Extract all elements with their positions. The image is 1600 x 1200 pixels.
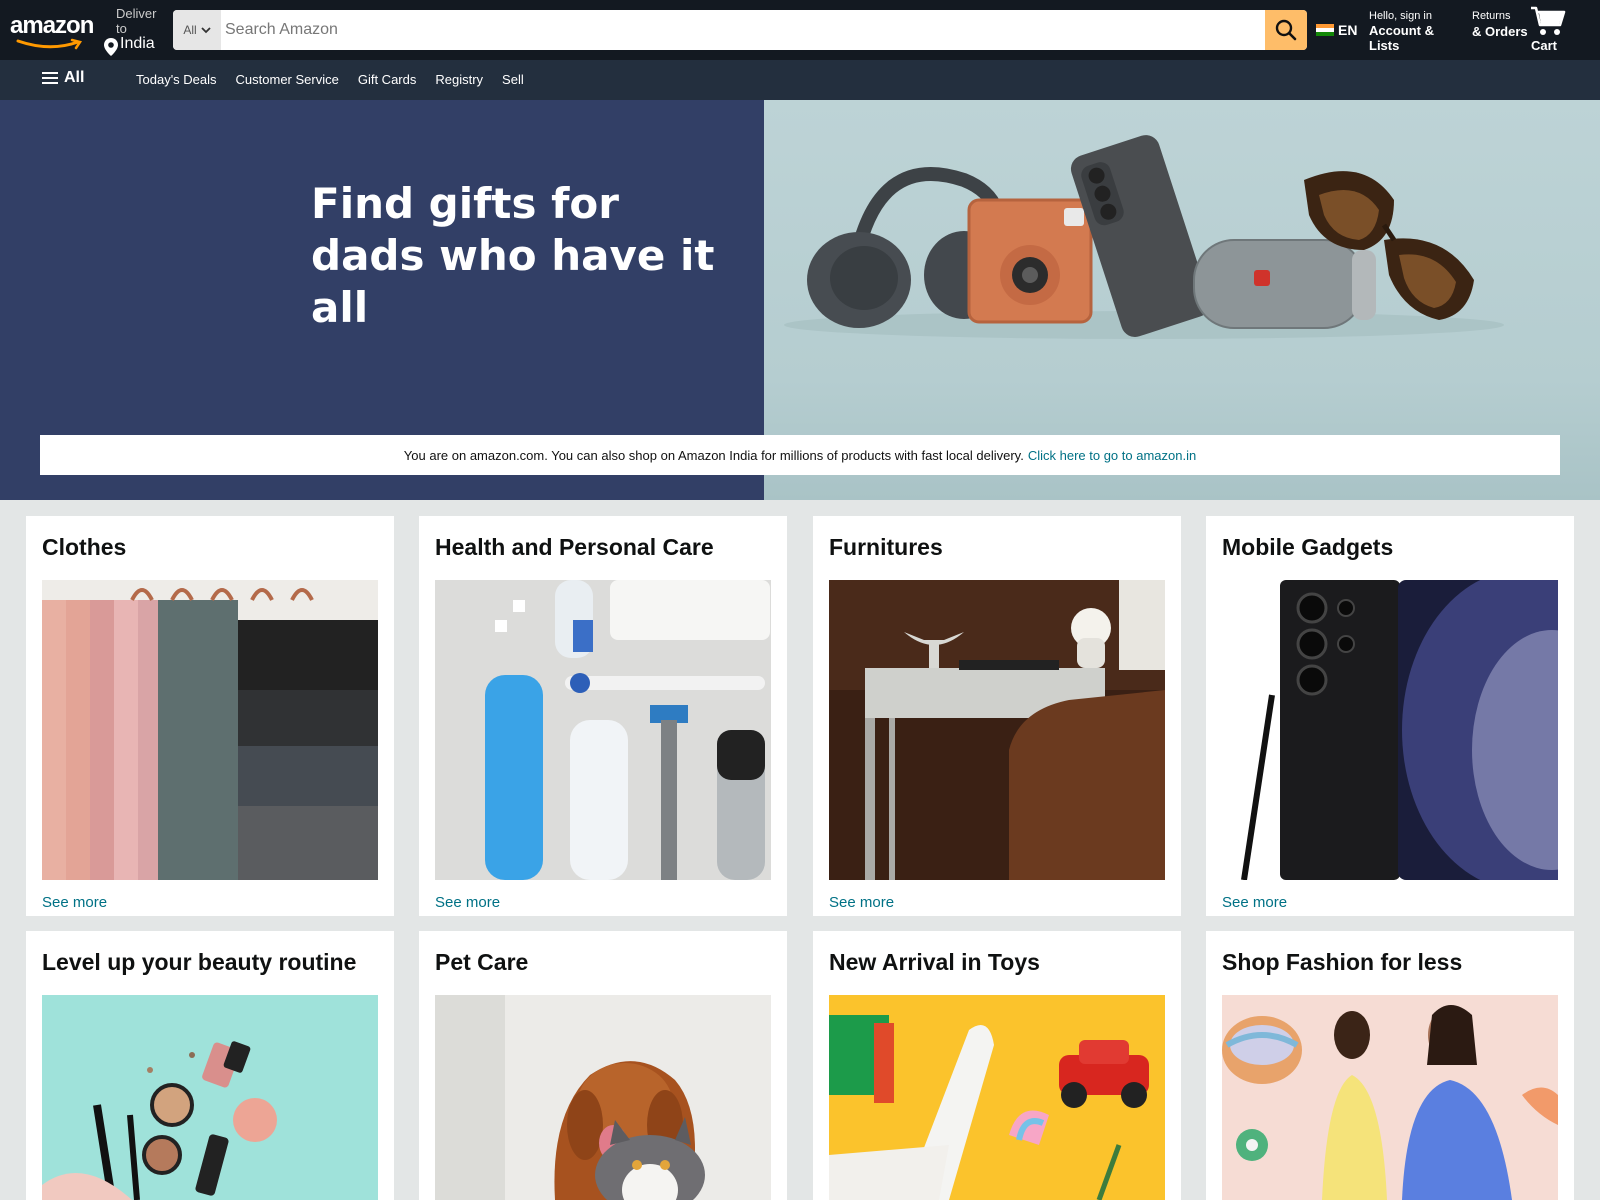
see-more-link[interactable]: See more xyxy=(42,894,107,911)
health-personal-care-image[interactable] xyxy=(435,580,771,880)
location-pin-icon xyxy=(104,38,118,56)
instant-camera-illustration xyxy=(967,198,1093,324)
account-lists[interactable]: Hello, sign in Account & Lists xyxy=(1369,9,1459,53)
account-lists-label: Account & Lists xyxy=(1369,23,1434,53)
india-flag-icon xyxy=(1316,24,1334,36)
card-title: Shop Fashion for less xyxy=(1222,949,1463,975)
hero-title: Find gifts for dads who have it all xyxy=(311,178,751,334)
language-selector[interactable]: EN xyxy=(1316,18,1357,42)
search-category-select[interactable]: All xyxy=(173,10,221,50)
cart-label: Cart xyxy=(1531,38,1558,53)
region-notice-text: You are on amazon.com. You can also shop… xyxy=(403,447,1024,463)
account-greeting: Hello, sign in xyxy=(1369,10,1432,22)
see-more-link[interactable]: See more xyxy=(435,894,500,911)
nav-link-registry[interactable]: Registry xyxy=(435,72,483,87)
orders-label: & Orders xyxy=(1472,24,1528,39)
hero-banner[interactable]: Find gifts for dads who have it all You … xyxy=(0,100,1600,500)
speaker-illustration xyxy=(1193,239,1376,329)
hero-title-line1: Find gifts for xyxy=(311,179,619,228)
nav-link-todays-deals[interactable]: Today's Deals xyxy=(136,72,217,87)
amazon-in-link[interactable]: Click here to go to amazon.in xyxy=(1028,448,1196,463)
card-title: Clothes xyxy=(42,534,127,560)
logo-wordmark: amazon xyxy=(10,12,94,39)
fashion-image[interactable] xyxy=(1222,995,1558,1200)
cart-icon xyxy=(1531,6,1566,35)
see-more-link[interactable]: See more xyxy=(829,894,894,911)
card-title: Health and Personal Care xyxy=(435,534,714,560)
card-clothes: Clothes See more xyxy=(26,516,394,916)
search-bar: All xyxy=(173,10,1307,50)
all-menu-button[interactable]: All xyxy=(42,69,84,87)
deliver-label: Deliver xyxy=(116,6,157,21)
search-button[interactable] xyxy=(1265,10,1307,50)
chevron-down-icon xyxy=(201,27,211,34)
card-mobile-gadgets: Mobile Gadgets See more xyxy=(1206,516,1574,916)
deliver-to-location[interactable]: Deliver to India xyxy=(104,6,166,56)
hero-title-line2: dads who have it all xyxy=(311,231,715,332)
pet-care-image[interactable] xyxy=(435,995,771,1200)
nav-link-customer-service[interactable]: Customer Service xyxy=(236,72,339,87)
region-notice-banner: You are on amazon.com. You can also shop… xyxy=(40,435,1560,475)
card-health-personal-care: Health and Personal Care See more xyxy=(419,516,787,916)
clothes-image[interactable] xyxy=(42,580,378,880)
furnitures-image[interactable] xyxy=(829,580,1165,880)
card-beauty-routine: Level up your beauty routine xyxy=(26,931,394,1200)
mobile-gadgets-image[interactable] xyxy=(1222,580,1558,880)
smile-arrow-icon xyxy=(16,38,83,50)
search-input[interactable] xyxy=(221,10,1261,50)
returns-orders[interactable]: Returns & Orders xyxy=(1472,9,1528,39)
beauty-routine-image[interactable] xyxy=(42,995,378,1200)
card-title: Furnitures xyxy=(829,534,943,560)
returns-label: Returns xyxy=(1472,10,1511,22)
top-header: amazon Deliver to India All Search Amazo… xyxy=(0,0,1600,60)
deliver-to-label: to xyxy=(116,21,127,36)
see-more-link[interactable]: See more xyxy=(1222,894,1287,911)
search-category-label: All xyxy=(183,23,197,37)
card-title: Mobile Gadgets xyxy=(1222,534,1394,560)
card-toys: New Arrival in Toys xyxy=(813,931,1181,1200)
card-title: New Arrival in Toys xyxy=(829,949,1040,975)
search-icon xyxy=(1275,19,1297,41)
amazon-logo[interactable]: amazon xyxy=(10,14,94,50)
card-fashion: Shop Fashion for less xyxy=(1206,931,1574,1200)
card-title: Level up your beauty routine xyxy=(42,949,357,975)
nav-link-sell[interactable]: Sell xyxy=(502,72,524,87)
sub-navigation: All Today's Deals Customer Service Gift … xyxy=(0,60,1600,100)
card-pet-care: Pet Care xyxy=(419,931,787,1200)
nav-links: Today's Deals Customer Service Gift Card… xyxy=(136,72,524,87)
cart-button[interactable]: Cart xyxy=(1530,5,1574,55)
deliver-country: India xyxy=(120,35,155,52)
card-furnitures: Furnitures See more xyxy=(813,516,1181,916)
nav-link-gift-cards[interactable]: Gift Cards xyxy=(358,72,417,87)
language-label: EN xyxy=(1338,22,1358,38)
card-title: Pet Care xyxy=(435,949,529,975)
hamburger-menu-icon xyxy=(42,72,58,84)
all-menu-label: All xyxy=(64,69,85,86)
toys-image[interactable] xyxy=(829,995,1165,1200)
